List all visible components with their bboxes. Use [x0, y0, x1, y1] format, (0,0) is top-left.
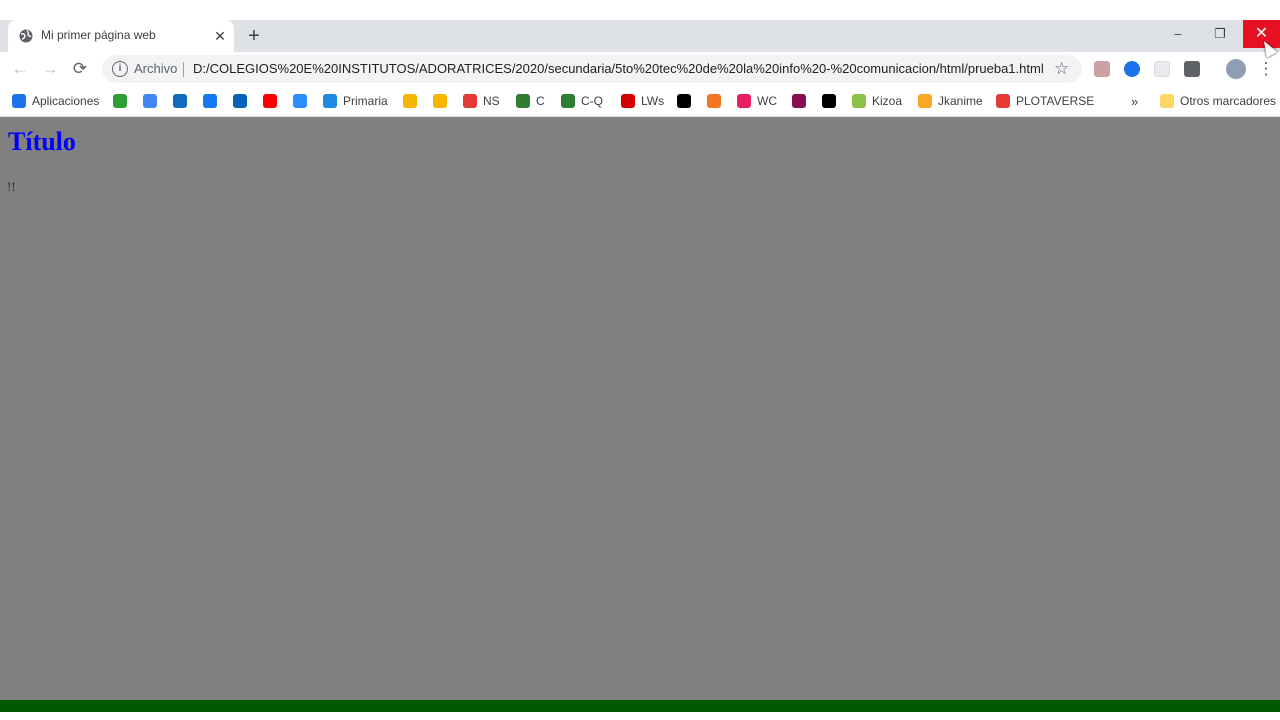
bookmark-item[interactable]	[203, 93, 223, 109]
bookmark-item[interactable]	[792, 93, 812, 109]
bookmark-label: Primaria	[343, 94, 388, 108]
blue-extension-icon[interactable]	[1124, 61, 1140, 77]
other-bookmarks-label: Otros marcadores	[1180, 94, 1277, 108]
bookmark-label: NS	[483, 94, 500, 108]
facebook-extension-icon[interactable]	[1184, 61, 1200, 77]
folder-icon	[1160, 94, 1174, 108]
bookmark-item[interactable]: WC	[737, 93, 777, 109]
other-bookmarks[interactable]: Otros marcadores	[1160, 93, 1276, 109]
browser-toolbar: ← → ⟳ i Archivo D:/COLEGIOS%20E%20INSTIT…	[0, 52, 1280, 86]
bookmark-star-icon[interactable]: ☆	[1054, 59, 1069, 79]
bookmark-item[interactable]: NS	[463, 93, 500, 109]
bookmark-label: Jkanime	[938, 94, 983, 108]
bookmark-item[interactable]	[263, 93, 283, 109]
shield-cq-icon	[561, 94, 575, 108]
e-icon	[403, 94, 417, 108]
globe-icon	[19, 29, 33, 43]
bookmark-label: C-Q	[581, 94, 603, 108]
minimize-button[interactable]: –	[1160, 20, 1196, 48]
bookmarks-overflow-button[interactable]: »	[1131, 93, 1138, 109]
forward-button[interactable]: →	[38, 57, 62, 81]
restore-button[interactable]: ❐	[1202, 20, 1238, 48]
back-button[interactable]: ←	[8, 57, 32, 81]
page-heading: Título	[8, 127, 76, 156]
bookmark-item[interactable]: C-Q	[561, 93, 603, 109]
kizoa-icon	[852, 94, 866, 108]
url-text[interactable]: D:/COLEGIOS%20E%20INSTITUTOS/ADORATRICES…	[193, 61, 1044, 76]
reload-button[interactable]: ⟳	[68, 57, 92, 81]
tab-close-icon[interactable]: ✕	[210, 26, 230, 46]
bookmark-item[interactable]	[113, 93, 133, 109]
zoom-icon	[293, 94, 307, 108]
bookmark-item[interactable]: PLOTAVERSE	[996, 93, 1094, 109]
web-page-content: Título !!	[0, 117, 1280, 700]
bookmark-item[interactable]	[677, 93, 697, 109]
tab-title: Mi primer página web	[41, 28, 156, 42]
page-paragraph: !!	[7, 179, 16, 194]
omnibox-divider	[183, 62, 184, 77]
bookmark-item[interactable]	[233, 93, 253, 109]
shield-c-icon	[516, 94, 530, 108]
bookmark-label: C	[536, 94, 545, 108]
google-icon	[143, 94, 157, 108]
tab-strip: Mi primer página web ✕ + – ❐ ✕	[0, 20, 1280, 52]
pdf-extension-icon[interactable]	[1094, 61, 1110, 77]
lws-icon	[621, 94, 635, 108]
classroom-icon	[433, 94, 447, 108]
address-bar[interactable]: i Archivo D:/COLEGIOS%20E%20INSTITUTOS/A…	[102, 55, 1082, 83]
profile-avatar[interactable]	[1226, 59, 1246, 79]
star-black-icon	[677, 94, 691, 108]
bookmark-label: Aplicaciones	[32, 94, 100, 108]
pattern-icon	[792, 94, 806, 108]
bookmark-item[interactable]: Jkanime	[918, 93, 983, 109]
green-circle-icon	[113, 94, 127, 108]
new-tab-button[interactable]: +	[243, 25, 265, 47]
bookmark-item[interactable]	[403, 93, 423, 109]
bookmark-item[interactable]: Primaria	[323, 93, 388, 109]
youtube-icon	[263, 94, 277, 108]
ns-icon	[463, 94, 477, 108]
crunchyroll-icon	[707, 94, 721, 108]
bookmark-item[interactable]: C	[516, 93, 545, 109]
jkanime-icon	[918, 94, 932, 108]
security-label[interactable]: Archivo	[134, 61, 177, 76]
wix-icon	[822, 94, 836, 108]
tab-mi-primer-pagina[interactable]: Mi primer página web ✕	[8, 20, 234, 52]
bookmark-label: LWs	[641, 94, 665, 108]
grey-extension-icon[interactable]	[1154, 61, 1170, 77]
screen-bottom-strip	[0, 712, 1280, 720]
outlook-icon	[173, 94, 187, 108]
facebook-icon	[203, 94, 217, 108]
browser-menu-icon[interactable]: ⋮	[1254, 57, 1278, 81]
wc-icon	[737, 94, 751, 108]
onedrive-icon	[233, 94, 247, 108]
bookmark-item[interactable]	[433, 93, 453, 109]
page-footer-bar	[0, 700, 1280, 712]
primaria-icon	[323, 94, 337, 108]
bookmark-label: PLOTAVERSE	[1016, 94, 1095, 108]
info-icon[interactable]: i	[112, 61, 128, 77]
bookmark-label: WC	[757, 94, 777, 108]
screen-top-strip	[0, 0, 1280, 20]
bookmark-item[interactable]: LWs	[621, 93, 664, 109]
bookmark-item[interactable]	[707, 93, 727, 109]
apps-grid-icon	[12, 94, 26, 108]
bookmark-label: Kizoa	[872, 94, 903, 108]
bookmarks-bar: » Otros marcadores Aplicaciones Primaria N…	[0, 86, 1280, 117]
plotaverse-icon	[996, 94, 1010, 108]
bookmark-item[interactable]	[173, 93, 193, 109]
bookmark-item[interactable]	[293, 93, 313, 109]
bookmark-item[interactable]: Kizoa	[852, 93, 902, 109]
bookmark-item[interactable]: Aplicaciones	[12, 93, 99, 109]
bookmark-item[interactable]	[143, 93, 163, 109]
bookmark-item[interactable]	[822, 93, 842, 109]
